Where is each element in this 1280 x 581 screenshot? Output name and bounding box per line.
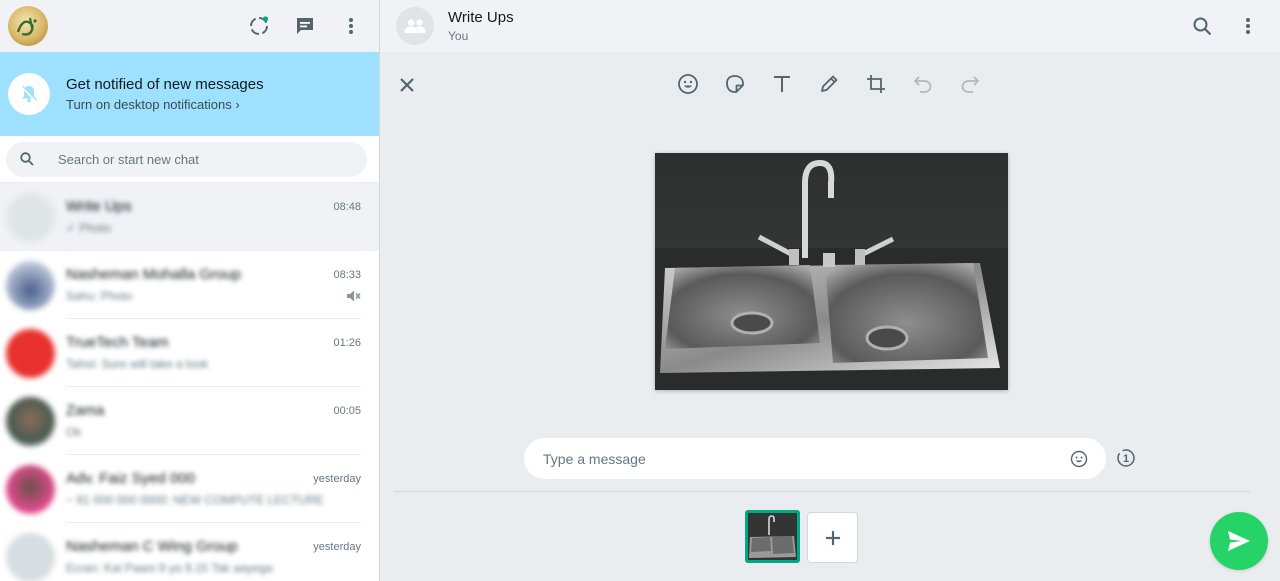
add-media-button[interactable] [807,512,858,563]
chat-name: TrueTech Team [66,334,169,351]
chat-time: 00:05 [333,404,361,417]
view-once-button[interactable]: 1 [1116,448,1136,473]
media-preview-image [655,153,1008,390]
search-input[interactable] [58,151,348,167]
search-icon[interactable] [1190,14,1214,38]
chat-time: 08:48 [333,200,361,213]
chat-name: Nasheman Mohalla Group [66,266,242,283]
chat-list-item[interactable]: Nasheman Mohalla Group 08:33 Sahu: Photo [0,251,379,319]
conversation-header: Write Ups You [380,0,1280,52]
conversation-title[interactable]: Write Ups [448,9,514,26]
chat-list-item[interactable]: Nasheman C Wing Group yesterday Ecran: Ka… [0,523,379,581]
whatsapp-web-app: Get notified of new messages Turn on des… [0,0,1280,581]
send-icon [1228,531,1250,551]
avatar [6,532,55,581]
caption-box[interactable] [524,438,1106,479]
avatar [6,328,55,378]
chat-time: yesterday [313,472,361,485]
close-icon[interactable] [396,74,418,101]
divider [394,491,1250,492]
sticker-icon[interactable] [723,72,747,96]
chat-list: Write Ups 08:48 ✓ Photo Nasheman Mohalla … [0,183,379,581]
plus-icon [825,530,840,545]
sidebar: Get notified of new messages Turn on des… [0,0,380,581]
status-icon[interactable] [247,14,271,38]
chat-list-item[interactable]: TrueTech Team 01:26 Tahoi: Sure will take… [0,319,379,387]
bell-off-icon [8,73,50,115]
chat-preview: ~ 91 000 000 0000: NEW COMPUTE LECTURE [66,493,324,507]
chat-time: 08:33 [333,268,361,281]
menu-icon[interactable] [339,14,363,38]
chat-preview: Sahu: Photo [66,289,133,303]
chat-preview: ✓ Photo [66,221,111,235]
crop-rotate-icon[interactable] [864,72,888,96]
chat-name: Write Ups [66,198,132,215]
enable-notifications-link[interactable]: Turn on desktop notifications › [66,97,264,112]
avatar [6,260,55,310]
profile-avatar[interactable] [8,6,48,46]
sidebar-header [0,0,379,52]
chat-preview: Tahoi: Sure will take a look [66,357,209,371]
notification-title: Get notified of new messages [66,76,264,93]
chat-name: Zama [66,402,105,419]
new-chat-icon[interactable] [293,14,317,38]
chat-name: Adv. Faiz Syed 000 [66,470,195,487]
chat-preview: Ok [66,425,82,439]
chat-list-item[interactable]: Adv. Faiz Syed 000 yesterday ~ 91 000 000… [0,455,379,523]
muted-icon [347,290,361,302]
send-button[interactable] [1210,512,1268,570]
search-box[interactable] [6,141,367,177]
caption-input[interactable] [543,450,1070,467]
media-thumbnail[interactable] [745,510,800,563]
search-bar [0,136,379,183]
notification-banner[interactable]: Get notified of new messages Turn on des… [0,52,379,136]
chat-list-item[interactable]: Write Ups 08:48 ✓ Photo [0,183,379,251]
avatar [6,464,55,514]
conversation-subtitle: You [448,29,469,43]
group-icon [404,19,426,33]
chat-preview: Ecran: Kal Paani 9 ya 9.15 Tak aayega [66,561,273,575]
text-icon[interactable] [770,72,794,96]
emoji-icon[interactable] [1070,450,1088,468]
undo-icon[interactable] [911,72,935,96]
view-once-label: 1 [1123,453,1129,465]
group-avatar[interactable] [396,7,434,45]
chat-time: yesterday [313,540,361,553]
avatar [6,192,55,242]
chat-list-item[interactable]: Zama 00:05 Ok [0,387,379,455]
conversation-panel: Write Ups You Type a message 1 [380,0,1280,581]
search-icon [20,152,34,166]
chat-time: 01:26 [333,336,361,349]
media-editor: 1 [380,52,1280,581]
menu-icon[interactable] [1236,14,1260,38]
redo-icon[interactable] [958,72,982,96]
pencil-icon[interactable] [817,72,841,96]
avatar [6,396,55,446]
chat-name: Nasheman C Wing Group [66,538,238,555]
editor-toolbar [676,72,982,96]
emoji-icon[interactable] [676,72,700,96]
